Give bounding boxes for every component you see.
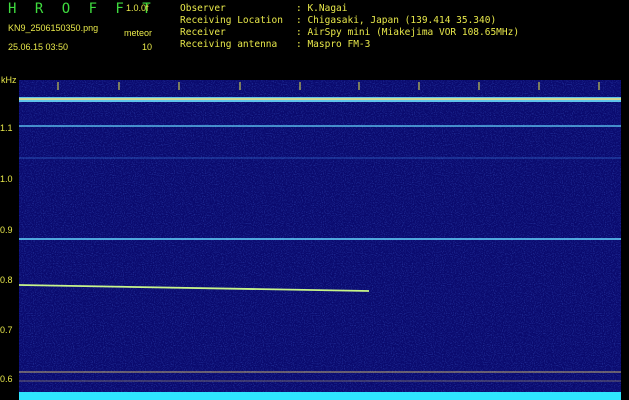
y-tick-label: 0.8	[0, 275, 13, 285]
baseline-band	[19, 392, 621, 400]
file-name: KN9_2506150350.png	[8, 23, 99, 33]
meteor-label: meteor	[124, 28, 153, 38]
header-panel: H R O F F T 1.0.0f KN9_2506150350.png me…	[0, 0, 629, 75]
carrier-band-core	[19, 98, 621, 100]
antenna-label: Receiving antenna	[180, 39, 278, 50]
y-tick-label: 0.9	[0, 225, 13, 235]
y-tick-label: 1.0	[0, 174, 13, 184]
y-tick-label: 0.6	[0, 374, 13, 384]
app-version: 1.0.0f	[126, 3, 149, 13]
receiver-label: Receiver	[180, 27, 226, 38]
location-label: Receiving Location	[180, 15, 283, 26]
y-tick-label: 0.7	[0, 325, 13, 335]
receiver-value: : AirSpy mini (Miakejima VOR 108.65MHz)	[296, 27, 520, 38]
noise-texture	[19, 80, 621, 400]
date-time: 25.06.15 03:50	[8, 42, 69, 52]
observer-label: Observer	[180, 3, 226, 14]
y-tick-label: 1.1	[0, 123, 13, 133]
location-value: : Chigasaki, Japan (139.414 35.340)	[296, 15, 497, 26]
antenna-value: : Maspro FM-3	[296, 39, 371, 50]
spectrogram	[19, 80, 621, 400]
observer-value: : K.Nagai	[296, 3, 348, 14]
y-axis-unit: kHz	[1, 75, 17, 85]
meteor-count: 10	[142, 42, 153, 52]
